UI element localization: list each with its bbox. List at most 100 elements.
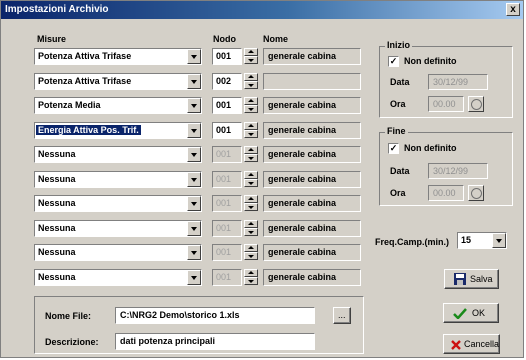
spin-up-icon[interactable]	[244, 146, 258, 154]
misura-value: Nessuna	[38, 149, 76, 159]
misura-select[interactable]: Nessuna	[34, 171, 202, 188]
spin-up-icon[interactable]	[244, 171, 258, 179]
nodo-value: 001	[216, 174, 232, 184]
nodo-value: 001	[216, 149, 232, 159]
nodo-field[interactable]: 001	[212, 220, 242, 237]
misura-select[interactable]: Potenza Attiva Trifase	[34, 73, 202, 90]
spin-up-icon[interactable]	[244, 244, 258, 252]
chevron-down-icon[interactable]	[492, 233, 506, 248]
chevron-down-icon[interactable]	[187, 147, 201, 162]
misura-select[interactable]: Nessuna	[34, 269, 202, 286]
spin-up-icon[interactable]	[244, 73, 258, 81]
misura-value: Nessuna	[38, 247, 76, 257]
spin-down-icon[interactable]	[244, 154, 258, 162]
nodo-field[interactable]: 001	[212, 244, 242, 261]
misura-select[interactable]: Nessuna	[34, 244, 202, 261]
nodo-field[interactable]: 001	[212, 269, 242, 286]
misura-value: Energia Attiva Pos. Trif.	[36, 125, 141, 135]
misura-select[interactable]: Potenza Attiva Trifase	[34, 48, 202, 65]
fine-check-label: Non definito	[404, 143, 457, 153]
spin-up-icon[interactable]	[244, 122, 258, 130]
spin-up-icon[interactable]	[244, 269, 258, 277]
chevron-down-icon[interactable]	[187, 123, 201, 138]
close-icon	[451, 340, 461, 350]
inizio-group: Inizio ✓ Non definito Data 30/12/99 Ora …	[379, 40, 513, 118]
spin-down-icon[interactable]	[244, 277, 258, 285]
spin-up-icon[interactable]	[244, 97, 258, 105]
spin-down-icon[interactable]	[244, 203, 258, 211]
misura-value: Potenza Media	[38, 100, 101, 110]
spin-up-icon[interactable]	[244, 48, 258, 56]
check-icon: ✓	[389, 143, 398, 153]
misura-value: Nessuna	[38, 174, 76, 184]
descrizione-input[interactable]: dati potenza principali	[115, 333, 315, 350]
inizio-checkbox[interactable]: ✓	[388, 56, 399, 67]
nodo-spinner[interactable]	[244, 122, 258, 139]
nodo-spinner[interactable]	[244, 195, 258, 212]
nodo-spinner[interactable]	[244, 171, 258, 188]
chevron-down-icon[interactable]	[187, 74, 201, 89]
nome-field: generale cabina	[263, 244, 361, 261]
nome-file-input[interactable]: C:\NRG2 Demo\storico 1.xls	[115, 307, 315, 324]
cancel-button[interactable]: Cancella	[443, 334, 500, 354]
nodo-field[interactable]: 002	[212, 73, 242, 90]
nodo-spinner[interactable]	[244, 146, 258, 163]
spin-down-icon[interactable]	[244, 179, 258, 187]
spin-up-icon[interactable]	[244, 195, 258, 203]
chevron-down-icon[interactable]	[187, 270, 201, 285]
inizio-ora-field: 00.00	[428, 96, 464, 112]
title-bar[interactable]: Impostazioni Archivio x	[1, 1, 523, 19]
nodo-field[interactable]: 001	[212, 122, 242, 139]
nome-field: generale cabina	[263, 171, 361, 188]
ok-button[interactable]: OK	[443, 303, 499, 323]
chevron-down-icon[interactable]	[187, 49, 201, 64]
nodo-field[interactable]: 001	[212, 195, 242, 212]
nodo-field[interactable]: 001	[212, 48, 242, 65]
fine-data-field: 30/12/99	[428, 163, 488, 179]
nome-value: generale cabina	[268, 125, 337, 135]
spin-down-icon[interactable]	[244, 130, 258, 138]
inizio-clock-button[interactable]	[468, 96, 484, 112]
nodo-field[interactable]: 001	[212, 171, 242, 188]
freq-select[interactable]: 15	[457, 232, 507, 249]
chevron-down-icon[interactable]	[187, 172, 201, 187]
fine-clock-button[interactable]	[468, 185, 484, 201]
misura-select[interactable]: Energia Attiva Pos. Trif.	[34, 122, 202, 139]
chevron-down-icon[interactable]	[187, 98, 201, 113]
inizio-data-field: 30/12/99	[428, 74, 488, 90]
browse-button[interactable]: ...	[333, 307, 351, 324]
nodo-spinner[interactable]	[244, 220, 258, 237]
nodo-spinner[interactable]	[244, 73, 258, 90]
nodo-field[interactable]: 001	[212, 97, 242, 114]
nodo-value: 001	[216, 247, 232, 257]
inizio-label: Inizio	[385, 40, 412, 50]
chevron-down-icon[interactable]	[187, 196, 201, 211]
spin-up-icon[interactable]	[244, 220, 258, 228]
nodo-spinner[interactable]	[244, 97, 258, 114]
nodo-value: 001	[216, 198, 232, 208]
nodo-value: 001	[216, 223, 232, 233]
misura-select[interactable]: Nessuna	[34, 195, 202, 212]
nodo-spinner[interactable]	[244, 269, 258, 286]
chevron-down-icon[interactable]	[187, 245, 201, 260]
nodo-spinner[interactable]	[244, 48, 258, 65]
nodo-value: 001	[216, 125, 232, 135]
spin-down-icon[interactable]	[244, 81, 258, 89]
save-button[interactable]: Salva	[444, 269, 499, 289]
misura-value: Potenza Attiva Trifase	[38, 76, 132, 86]
nome-value: generale cabina	[268, 149, 337, 159]
nodo-spinner[interactable]	[244, 244, 258, 261]
nodo-field[interactable]: 001	[212, 146, 242, 163]
spin-down-icon[interactable]	[244, 56, 258, 64]
misura-select[interactable]: Nessuna	[34, 146, 202, 163]
nodo-value: 001	[216, 100, 232, 110]
spin-down-icon[interactable]	[244, 228, 258, 236]
misura-select[interactable]: Potenza Media	[34, 97, 202, 114]
close-button[interactable]: x	[506, 3, 520, 16]
fine-checkbox[interactable]: ✓	[388, 143, 399, 154]
spin-down-icon[interactable]	[244, 105, 258, 113]
misura-select[interactable]: Nessuna	[34, 220, 202, 237]
floppy-icon	[454, 273, 466, 285]
chevron-down-icon[interactable]	[187, 221, 201, 236]
spin-down-icon[interactable]	[244, 252, 258, 260]
